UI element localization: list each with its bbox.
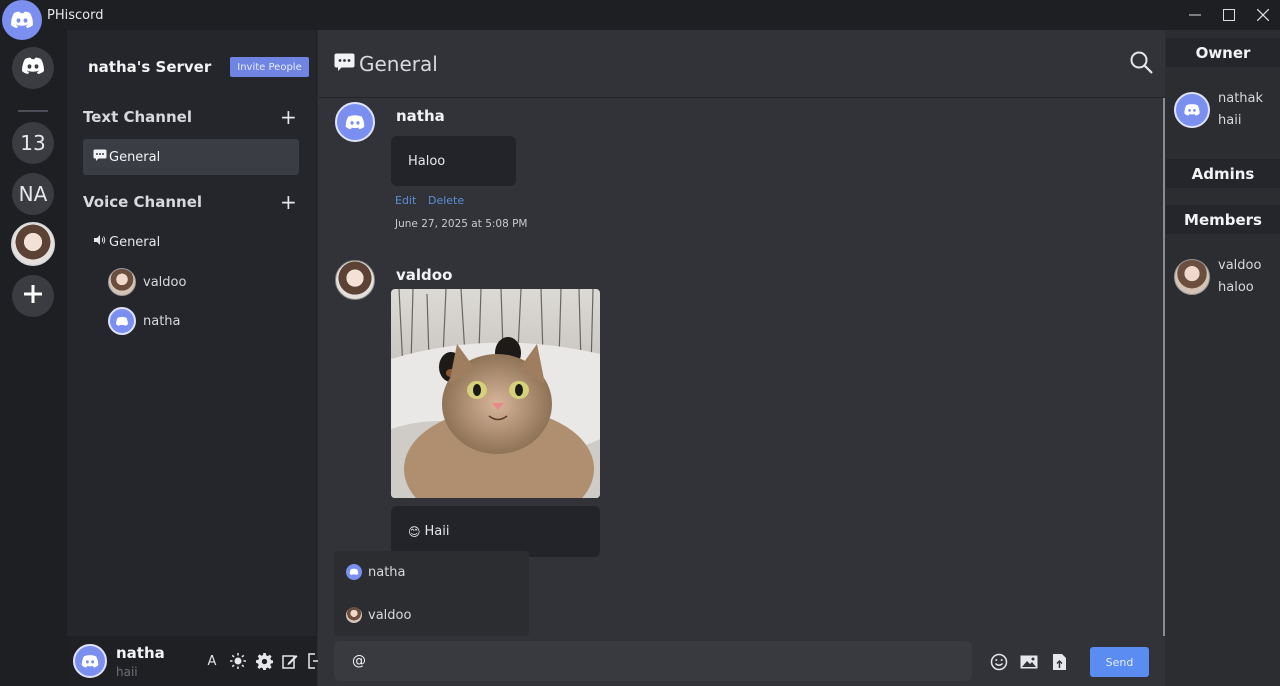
members-panel: Owner nathak haii Admins Members valdoo …: [1166, 30, 1280, 686]
maximize-button[interactable]: [1212, 0, 1246, 30]
add-server-button[interactable]: [12, 275, 54, 317]
search-icon[interactable]: [1129, 50, 1155, 76]
avatar[interactable]: [73, 644, 107, 678]
message-author: natha: [396, 107, 445, 125]
server-label: 13: [20, 131, 46, 155]
avatar[interactable]: [335, 102, 375, 142]
mention-option-valdoo[interactable]: valdoo: [346, 607, 411, 623]
message-input[interactable]: @: [334, 641, 972, 681]
avatar: [346, 607, 362, 623]
send-button[interactable]: Send: [1090, 647, 1149, 677]
discord-icon: [346, 564, 362, 580]
avatar: [13, 224, 53, 264]
minimize-button[interactable]: [1178, 0, 1212, 30]
avatar: [1174, 92, 1210, 128]
voice-user-natha[interactable]: natha: [108, 307, 181, 335]
members-header: Members: [1166, 205, 1280, 234]
emoji-icon[interactable]: [988, 651, 1010, 673]
voice-user-label: natha: [143, 313, 181, 329]
rail-separator: [18, 110, 48, 112]
discord-logo-icon: [2, 0, 42, 40]
member-valdoo[interactable]: valdoo haloo: [1174, 255, 1261, 299]
user-panel: natha haii A: [67, 636, 324, 686]
message-text: Haii: [424, 524, 450, 539]
cat-selfie-image[interactable]: [391, 289, 600, 498]
message-bubble: 😊 Haii: [391, 506, 600, 557]
discord-icon: [108, 307, 136, 335]
font-size-button[interactable]: A: [201, 650, 223, 672]
server-item-13[interactable]: 13: [12, 122, 54, 164]
speaker-icon: [93, 234, 106, 250]
voice-user-label: valdoo: [143, 274, 187, 290]
chat-area: General natha Haloo Edit Delete June 27,…: [318, 30, 1165, 686]
avatar[interactable]: [335, 260, 375, 300]
member-name: nathak: [1218, 91, 1264, 106]
admins-header: Admins: [1166, 159, 1280, 188]
message-text: Haloo: [408, 153, 446, 169]
title-bar: PHiscord: [0, 0, 1280, 40]
member-status: haloo: [1218, 280, 1254, 295]
edit-profile-icon[interactable]: [279, 650, 301, 672]
chat-icon: [334, 53, 355, 75]
mention-suggestions: natha valdoo: [334, 551, 529, 636]
server-rail: 13 NA: [0, 30, 67, 686]
server-label: NA: [18, 182, 48, 206]
voice-channel-general[interactable]: General: [93, 234, 160, 250]
add-voice-channel-button[interactable]: +: [280, 190, 297, 214]
voice-user-valdoo[interactable]: valdoo: [108, 268, 186, 296]
scrollbar[interactable]: [1163, 98, 1165, 636]
mention-label: natha: [368, 564, 406, 580]
channel-item-general[interactable]: General: [83, 139, 299, 175]
image-upload-icon[interactable]: [1018, 651, 1040, 673]
server-item-photo[interactable]: [11, 222, 55, 266]
home-button[interactable]: [12, 47, 54, 89]
member-name: valdoo: [1218, 258, 1262, 273]
message-timestamp: June 27, 2025 at 5:08 PM: [395, 218, 528, 230]
discord-icon: [20, 56, 46, 81]
current-user-status: haii: [116, 665, 138, 679]
avatar: [1174, 259, 1210, 295]
channel-label: General: [109, 149, 161, 165]
text-channel-header: Text Channel: [83, 108, 192, 126]
member-owner-nathak[interactable]: nathak haii: [1174, 88, 1263, 132]
member-status: haii: [1218, 113, 1242, 128]
channel-label: General: [109, 234, 161, 250]
plus-icon: [22, 283, 44, 310]
close-button[interactable]: [1246, 0, 1280, 30]
chat-header: General: [318, 30, 1165, 98]
edit-message-button[interactable]: Edit: [395, 194, 416, 207]
channel-title: General: [359, 51, 438, 76]
delete-message-button[interactable]: Delete: [428, 194, 464, 207]
avatar: [108, 268, 136, 296]
message-bubble: Haloo: [391, 136, 516, 186]
voice-channel-header: Voice Channel: [83, 193, 203, 211]
message-input-value: @: [352, 653, 366, 669]
chat-icon: [93, 149, 107, 165]
channel-sidebar: natha's Server Invite People Text Channe…: [67, 30, 317, 636]
mention-option-natha[interactable]: natha: [346, 564, 406, 580]
add-text-channel-button[interactable]: +: [280, 105, 297, 129]
file-upload-icon[interactable]: [1048, 651, 1070, 673]
settings-gear-icon[interactable]: [253, 650, 275, 672]
theme-sun-icon[interactable]: [227, 650, 249, 672]
app-title: PHiscord: [47, 7, 104, 23]
smiling-face-icon: 😊: [408, 524, 421, 539]
invite-people-button[interactable]: Invite People: [230, 57, 309, 77]
server-name: natha's Server: [88, 58, 212, 76]
server-item-na[interactable]: NA: [12, 173, 54, 215]
message-author: valdoo: [396, 266, 453, 284]
current-username: natha: [116, 644, 165, 662]
owner-header: Owner: [1166, 38, 1280, 67]
mention-label: valdoo: [368, 607, 412, 623]
